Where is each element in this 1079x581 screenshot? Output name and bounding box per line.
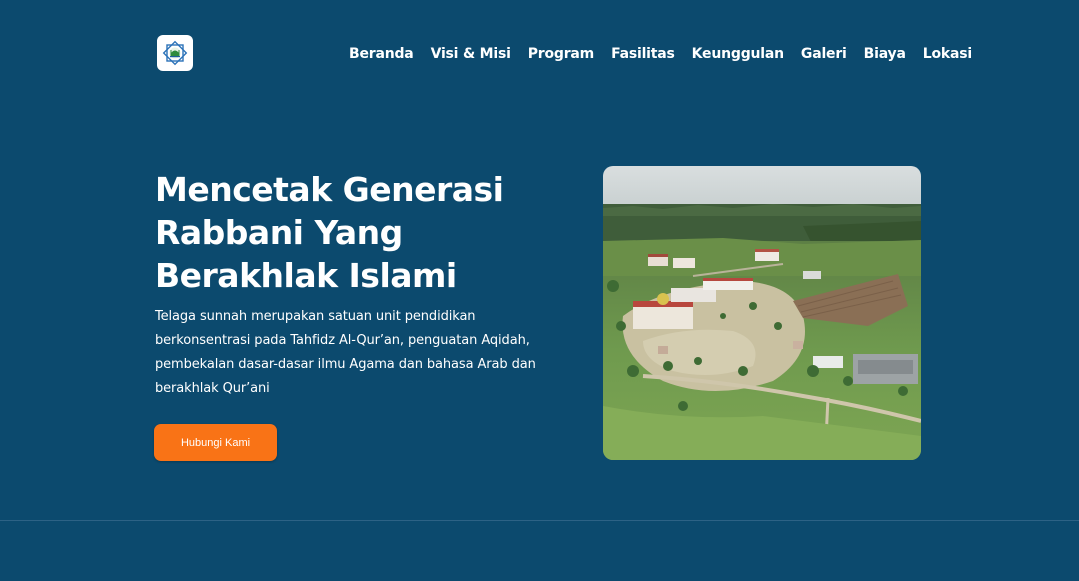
section-divider	[0, 520, 1079, 521]
hero-description: Telaga sunnah merupakan satuan unit pend…	[155, 305, 575, 401]
nav-item-keunggulan[interactable]: Keunggulan	[692, 46, 784, 62]
nav-item-lokasi[interactable]: Lokasi	[923, 46, 972, 62]
hero-title-line: Berakhlak Islami	[155, 256, 457, 295]
aerial-campus-illustration	[603, 166, 921, 460]
landing-page: Beranda Visi & Misi Program Fasilitas Ke…	[0, 0, 1079, 581]
nav-item-beranda[interactable]: Beranda	[349, 46, 414, 62]
nav-item-fasilitas[interactable]: Fasilitas	[611, 46, 675, 62]
hero-title: Mencetak Generasi Rabbani Yang Berakhlak…	[155, 168, 575, 297]
contact-us-button[interactable]: Hubungi Kami	[154, 424, 277, 461]
main-nav: Beranda Visi & Misi Program Fasilitas Ke…	[349, 44, 972, 64]
mosque-star-logo-icon	[161, 39, 189, 67]
hero-description-line: pembekalan dasar-dasar ilmu Agama dan ba…	[155, 357, 536, 372]
hero-title-line: Mencetak Generasi	[155, 170, 504, 209]
nav-item-galeri[interactable]: Galeri	[801, 46, 847, 62]
hero-description-line: berkonsentrasi pada Tahfidz Al-Qur’an, p…	[155, 333, 530, 348]
hero-campus-photo	[603, 166, 921, 460]
site-logo[interactable]	[157, 35, 193, 71]
hero-description-line: Telaga sunnah merupakan satuan unit pend…	[155, 309, 476, 324]
hero-title-line: Rabbani Yang	[155, 213, 403, 252]
nav-item-program[interactable]: Program	[528, 46, 595, 62]
hero-description-line: berakhlak Qur’ani	[155, 381, 270, 396]
nav-item-visi-misi[interactable]: Visi & Misi	[431, 46, 511, 62]
nav-item-biaya[interactable]: Biaya	[864, 46, 906, 62]
